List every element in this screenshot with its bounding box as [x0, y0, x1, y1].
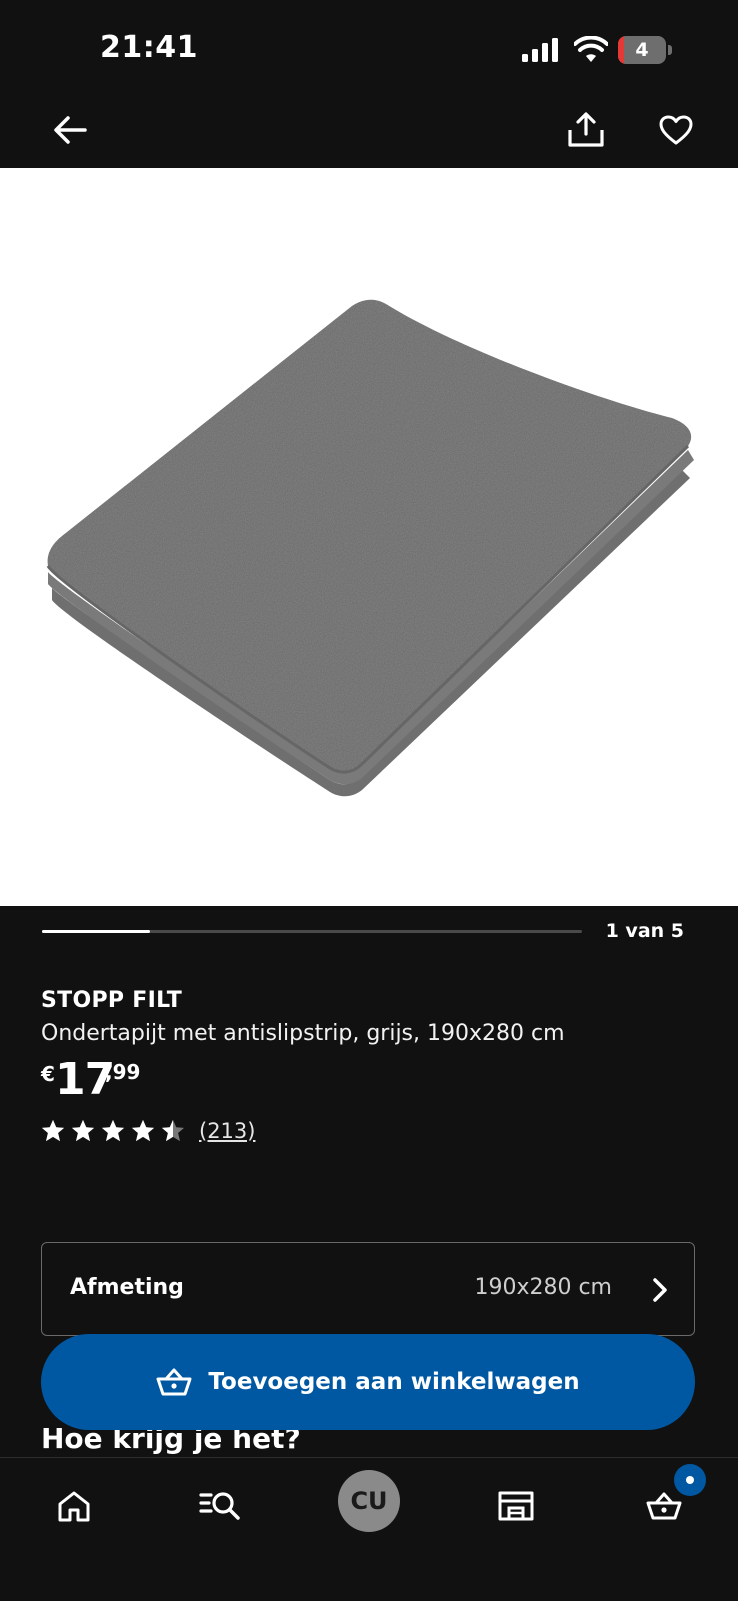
- add-to-cart-button[interactable]: Toevoegen aan winkelwagen: [41, 1334, 695, 1430]
- status-time: 21:41: [100, 30, 198, 65]
- home-icon: [58, 1491, 90, 1522]
- gallery-progress-fill: [42, 930, 150, 933]
- share-icon: [568, 112, 604, 147]
- size-value: 190x280 cm: [474, 1275, 612, 1300]
- avatar-initials: CU: [350, 1487, 388, 1515]
- status-bar: 21:41 4: [0, 0, 738, 100]
- arrow-left-icon: [54, 116, 87, 144]
- gallery-progress-bar: [42, 930, 582, 933]
- wifi-icon: [574, 36, 608, 62]
- product-image[interactable]: [0, 168, 738, 906]
- star-icon: [131, 1119, 155, 1142]
- product-description: Ondertapijt met antislipstrip, grijs, 19…: [41, 1021, 565, 1046]
- battery-level: 4: [635, 39, 649, 61]
- nav-home[interactable]: [46, 1478, 102, 1534]
- size-label: Afmeting: [70, 1275, 184, 1300]
- nav-search[interactable]: [192, 1478, 248, 1534]
- add-to-cart-label: Toevoegen aan winkelwagen: [208, 1369, 580, 1395]
- cellular-signal-icon: [522, 38, 558, 62]
- search-icon: [199, 1492, 240, 1520]
- product-rating[interactable]: (213): [41, 1117, 255, 1145]
- felt-rug-pad-image: [46, 299, 694, 797]
- share-button[interactable]: [562, 106, 610, 154]
- star-icon: [161, 1119, 185, 1142]
- top-navigation-bar: [0, 100, 738, 168]
- price-cents: ,99: [105, 1060, 141, 1084]
- star-icon: [41, 1119, 65, 1142]
- heart-icon: [659, 115, 693, 145]
- back-button[interactable]: [46, 106, 94, 154]
- favorite-button[interactable]: [652, 106, 700, 154]
- review-count-link[interactable]: (213): [199, 1119, 255, 1143]
- shopping-basket-icon: [646, 1492, 682, 1520]
- shopping-basket-icon: [156, 1368, 192, 1396]
- battery-icon: 4: [618, 36, 672, 64]
- gallery-counter: 1 van 5: [605, 920, 684, 942]
- nav-store[interactable]: [488, 1478, 544, 1534]
- star-icon: [101, 1119, 125, 1142]
- product-name: STOPP FILT: [41, 988, 183, 1013]
- rating-stars: [41, 1119, 185, 1143]
- cart-badge: [674, 1464, 706, 1496]
- chevron-right-icon: [653, 1278, 667, 1302]
- size-selector[interactable]: Afmeting 190x280 cm: [41, 1242, 695, 1336]
- price-currency: €: [41, 1062, 55, 1086]
- nav-profile-avatar[interactable]: CU: [338, 1470, 400, 1532]
- star-icon: [71, 1119, 95, 1142]
- store-icon: [498, 1491, 534, 1521]
